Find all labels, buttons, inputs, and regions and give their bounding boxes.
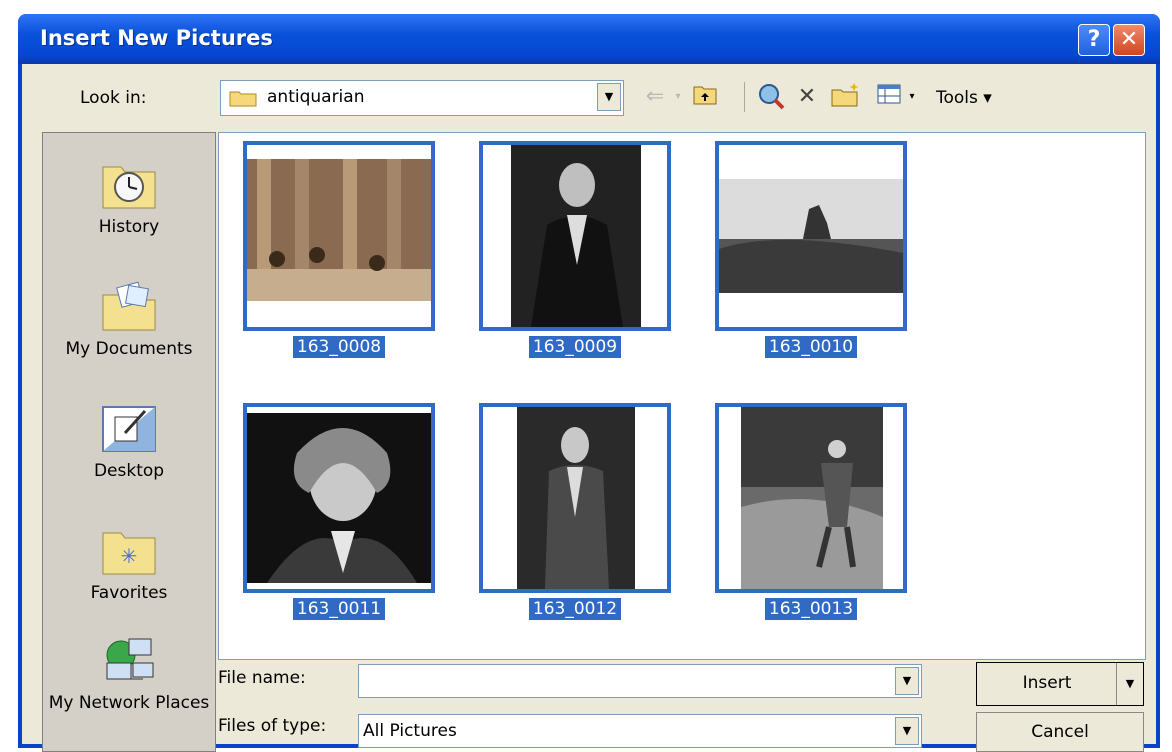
chevron-down-icon[interactable]: ▼ [597, 83, 621, 111]
thumbnail-image [511, 145, 641, 327]
history-icon [99, 159, 159, 211]
place-label: My Network Places [48, 693, 210, 713]
place-label: Desktop [93, 461, 165, 481]
thumbnail-frame [479, 141, 671, 331]
thumbnail-frame [243, 403, 435, 593]
help-button[interactable]: ? [1078, 24, 1110, 56]
place-label: My Documents [65, 339, 193, 359]
thumbnail-image [741, 407, 883, 589]
svg-text:✳: ✳ [121, 544, 138, 568]
file-name-label: 163_0012 [479, 598, 671, 620]
delete-icon[interactable]: ✕ [792, 82, 822, 112]
thumbnail-image [247, 159, 431, 301]
place-history[interactable]: History [43, 159, 215, 239]
back-arrow-icon[interactable]: ⇐ [640, 82, 670, 112]
new-folder-star-icon [831, 83, 859, 107]
dialog-body: Look in: antiquarian ▼ ⇐ ▾ ✕ ▾ Tools ▾ H… [22, 64, 1156, 752]
thumbnail-image [517, 407, 635, 589]
thumbnail-image [719, 179, 903, 293]
thumbnail-image [247, 413, 431, 583]
place-label: Favorites [90, 583, 168, 603]
views-icon[interactable] [874, 82, 904, 112]
place-favorites[interactable]: ✳ Favorites [43, 525, 215, 605]
cancel-button[interactable]: Cancel [976, 712, 1144, 752]
views-dropdown-icon[interactable]: ▾ [906, 82, 918, 112]
thumbnail-frame [479, 403, 671, 593]
network-places-icon [99, 635, 159, 687]
views-grid-icon [877, 84, 901, 104]
places-bar: History My Documents Desktop ✳ Favorites… [42, 132, 216, 752]
close-button[interactable]: ✕ [1113, 24, 1145, 56]
files-of-type-label: Files of type: [218, 716, 327, 736]
file-list[interactable]: 163_0008 163_0009 163_0010 163_0011 163_… [218, 132, 1146, 660]
thumbnail-frame [243, 141, 435, 331]
insert-button-label: Insert [1022, 673, 1072, 693]
place-network[interactable]: My Network Places [43, 635, 215, 715]
chevron-down-icon[interactable]: ▼ [895, 717, 919, 745]
file-name-label: 163_0013 [715, 598, 907, 620]
file-name-label: 163_0009 [479, 336, 671, 358]
look-in-value: antiquarian [267, 87, 365, 107]
file-name-label: 163_0008 [243, 336, 435, 358]
place-my-documents[interactable]: My Documents [43, 281, 215, 361]
toolbar-separator [744, 82, 745, 112]
place-label: History [98, 217, 160, 237]
place-desktop[interactable]: Desktop [43, 403, 215, 483]
file-name-label: 163_0010 [715, 336, 907, 358]
insert-pictures-dialog: Insert New Pictures ? ✕ Look in: antiqua… [18, 14, 1160, 752]
file-name-label: 163_0011 [243, 598, 435, 620]
globe-search-icon [759, 84, 785, 110]
look-in-dropdown[interactable]: antiquarian ▼ [220, 80, 624, 116]
tools-menu-button[interactable]: Tools ▾ [936, 88, 992, 108]
search-web-icon[interactable] [756, 82, 786, 112]
files-of-type-dropdown[interactable]: All Pictures ▼ [358, 714, 922, 748]
new-folder-icon[interactable] [828, 82, 862, 112]
up-one-level-icon[interactable] [690, 82, 720, 112]
favorites-icon: ✳ [99, 525, 159, 577]
insert-options-dropdown-icon[interactable]: ▼ [1116, 663, 1143, 705]
file-name-field-label: File name: [218, 668, 306, 688]
folder-icon [229, 91, 257, 107]
insert-button[interactable]: Insert ▼ [976, 662, 1144, 706]
thumbnail-frame [715, 403, 907, 593]
look-in-label: Look in: [80, 88, 147, 108]
back-dropdown-icon[interactable]: ▾ [672, 82, 684, 112]
up-folder-icon [693, 86, 717, 105]
file-name-input[interactable]: ▼ [358, 664, 922, 698]
chevron-down-icon[interactable]: ▼ [895, 667, 919, 695]
my-documents-icon [99, 281, 159, 333]
desktop-icon [99, 403, 159, 455]
title-bar[interactable]: Insert New Pictures ? ✕ [18, 14, 1160, 64]
files-of-type-value: All Pictures [363, 721, 457, 741]
dialog-title: Insert New Pictures [40, 26, 273, 50]
thumbnail-frame [715, 141, 907, 331]
